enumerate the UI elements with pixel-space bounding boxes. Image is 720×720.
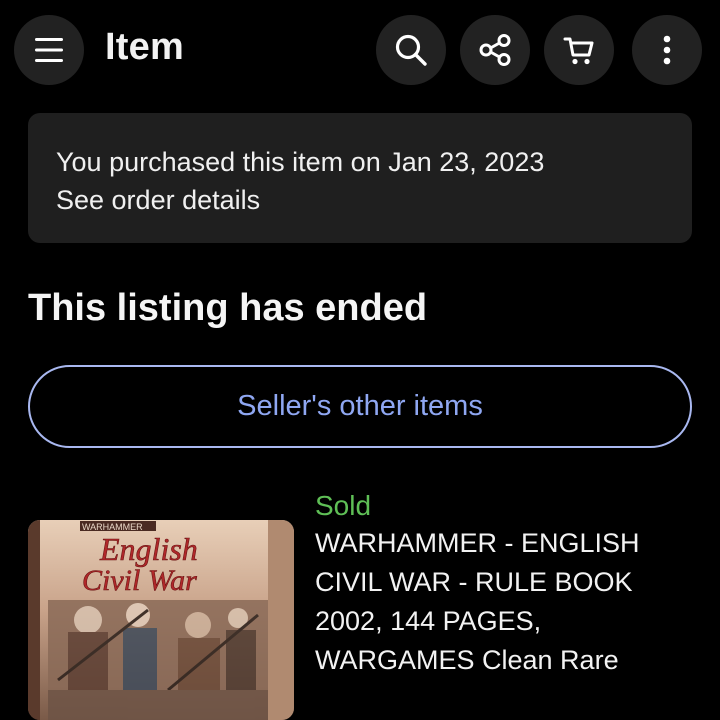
search-button[interactable]	[376, 15, 446, 85]
purchase-message: You purchased this item on Jan 23, 2023	[56, 147, 545, 177]
cart-button[interactable]	[544, 15, 614, 85]
share-button[interactable]	[460, 15, 530, 85]
share-icon	[479, 34, 511, 66]
menu-button[interactable]	[14, 15, 84, 85]
top-app-bar: Item	[0, 0, 720, 100]
item-thumbnail[interactable]: WARHAMMER English Civil War	[28, 520, 294, 720]
item-status-badge: Sold	[315, 490, 372, 521]
listing-ended-heading: This listing has ended	[28, 287, 428, 329]
cover-title-2: Civil War	[82, 564, 197, 597]
sellers-other-items-button[interactable]: Seller's other items	[28, 365, 692, 448]
see-order-details-link[interactable]: See order details	[56, 181, 664, 219]
more-vertical-icon	[663, 35, 671, 65]
more-options-button[interactable]	[632, 15, 702, 85]
page-title: Item	[105, 26, 184, 68]
item-title-link[interactable]: WARHAMMER - ENGLISH CIVIL WAR - RULE BOO…	[315, 524, 705, 680]
book-cover-image: WARHAMMER English Civil War	[28, 520, 294, 720]
purchase-banner: You purchased this item on Jan 23, 2023 …	[28, 113, 692, 243]
cart-icon	[563, 37, 594, 65]
hamburger-icon	[35, 38, 63, 62]
search-icon	[395, 34, 427, 66]
cover-title-1: English	[99, 531, 198, 567]
